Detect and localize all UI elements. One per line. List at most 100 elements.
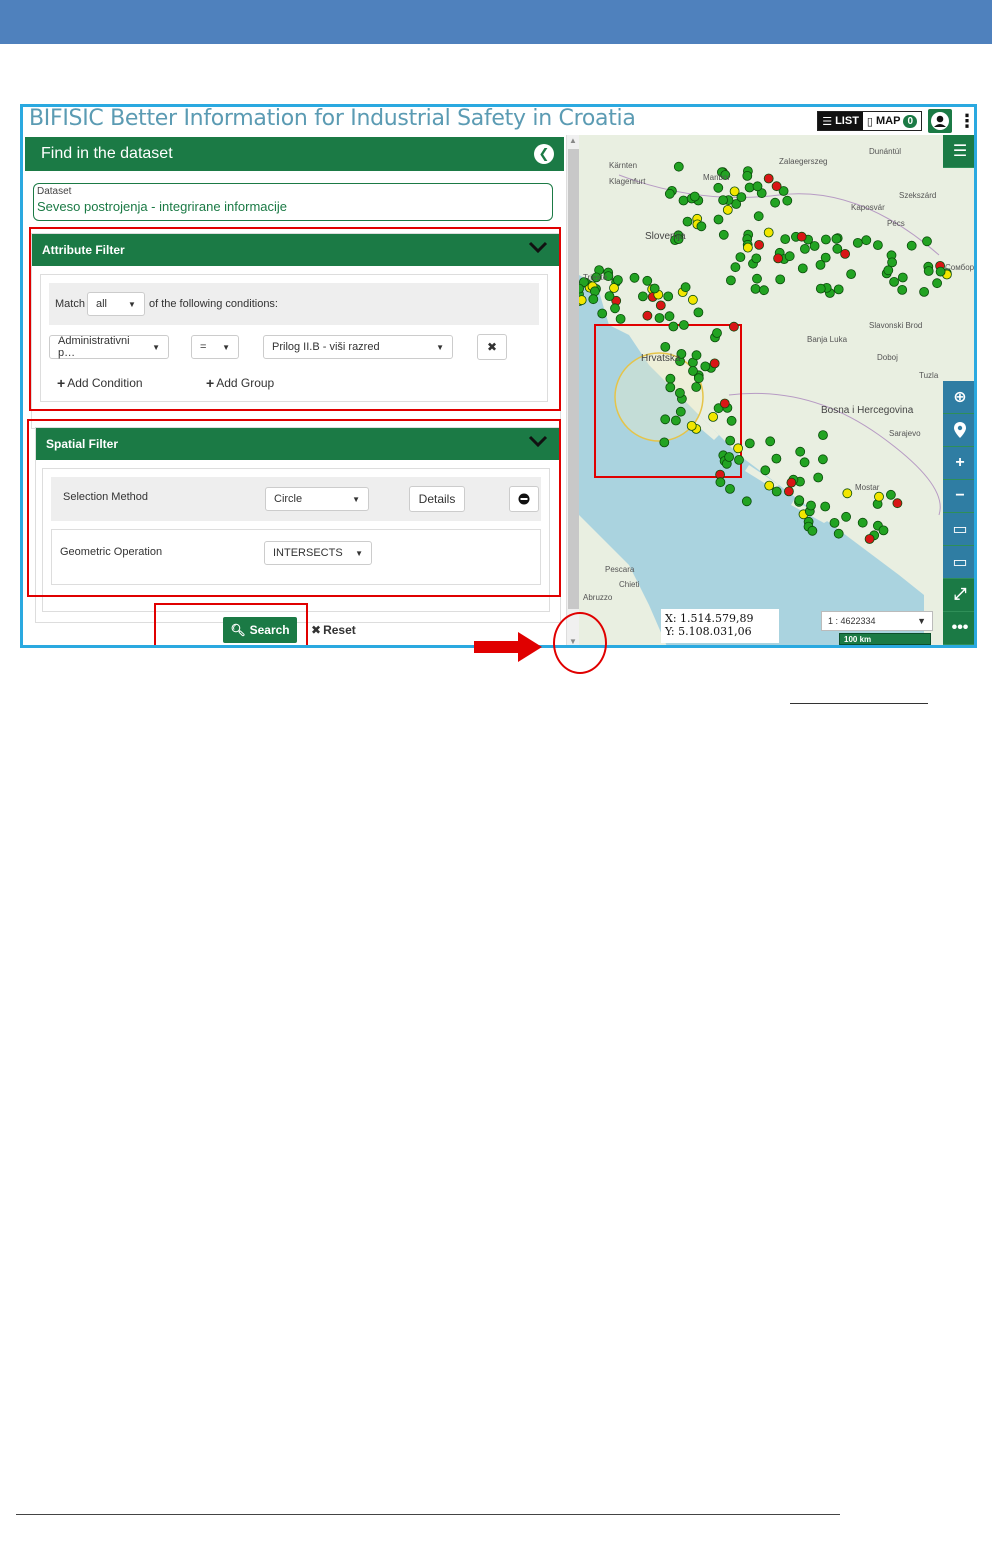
- facility-point[interactable]: [857, 517, 868, 528]
- marker-button[interactable]: [943, 414, 974, 447]
- facility-point[interactable]: [897, 284, 908, 295]
- facility-point[interactable]: [715, 477, 726, 488]
- facility-point[interactable]: [655, 300, 666, 311]
- facility-point[interactable]: [818, 430, 828, 441]
- facility-point[interactable]: [770, 197, 781, 208]
- scrollbar-thumb[interactable]: [568, 149, 579, 609]
- panel-scrollbar[interactable]: ▲ ▼: [566, 135, 579, 645]
- facility-point[interactable]: [642, 275, 653, 286]
- facility-point[interactable]: [852, 238, 863, 248]
- facility-point[interactable]: [796, 231, 807, 242]
- facility-point[interactable]: [760, 465, 771, 476]
- facility-point[interactable]: [799, 244, 810, 254]
- facility-point[interactable]: [654, 313, 665, 323]
- facility-point[interactable]: [744, 438, 755, 449]
- facility-point[interactable]: [820, 501, 831, 512]
- facility-point[interactable]: [771, 181, 782, 192]
- facility-point[interactable]: [797, 263, 808, 274]
- reset-button[interactable]: ✖ Reset: [311, 623, 356, 637]
- facility-point[interactable]: [840, 249, 851, 259]
- facility-point[interactable]: [700, 361, 711, 372]
- facility-point[interactable]: [763, 173, 774, 184]
- facility-point[interactable]: [613, 275, 623, 285]
- map-canvas[interactable]: [579, 135, 977, 648]
- facility-point[interactable]: [610, 303, 620, 314]
- facility-point[interactable]: [889, 276, 900, 287]
- facility-point[interactable]: [846, 269, 857, 280]
- scroll-up-icon[interactable]: ▲: [569, 136, 577, 145]
- facility-point[interactable]: [696, 221, 707, 232]
- facility-point[interactable]: [664, 188, 675, 199]
- facility-point[interactable]: [579, 295, 587, 305]
- facility-point[interactable]: [794, 495, 805, 506]
- map-view-button[interactable]: ▯ MAP 0: [862, 112, 921, 130]
- facility-point[interactable]: [799, 457, 810, 468]
- menu-button[interactable]: ☰: [943, 135, 974, 168]
- facility-point[interactable]: [833, 284, 844, 295]
- facility-point[interactable]: [680, 282, 691, 293]
- facility-point[interactable]: [718, 195, 729, 205]
- facility-point[interactable]: [752, 273, 762, 284]
- facility-point[interactable]: [750, 283, 761, 294]
- facility-point[interactable]: [724, 452, 735, 462]
- facility-point[interactable]: [713, 182, 724, 193]
- facility-point[interactable]: [815, 259, 826, 270]
- facility-point[interactable]: [691, 350, 702, 361]
- facility-point[interactable]: [919, 286, 930, 297]
- facility-point[interactable]: [932, 278, 943, 289]
- facility-point[interactable]: [780, 234, 791, 244]
- facility-point[interactable]: [689, 191, 700, 202]
- facility-point[interactable]: [841, 511, 852, 522]
- facility-point[interactable]: [609, 283, 619, 293]
- facility-point[interactable]: [642, 310, 653, 321]
- facility-point[interactable]: [742, 242, 753, 253]
- facility-point[interactable]: [725, 435, 736, 446]
- facility-point[interactable]: [897, 272, 908, 283]
- facility-point[interactable]: [763, 227, 774, 238]
- facility-point[interactable]: [665, 382, 676, 393]
- facility-point[interactable]: [935, 266, 946, 277]
- facility-point[interactable]: [795, 446, 806, 457]
- facility-point[interactable]: [668, 321, 679, 332]
- facility-point[interactable]: [589, 286, 600, 297]
- facility-point[interactable]: [833, 528, 844, 539]
- facility-point[interactable]: [782, 195, 793, 206]
- facility-point[interactable]: [638, 291, 648, 302]
- facility-point[interactable]: [820, 234, 831, 245]
- facility-point[interactable]: [688, 366, 698, 376]
- facility-point[interactable]: [832, 243, 843, 254]
- facility-point[interactable]: [734, 454, 744, 465]
- facility-point[interactable]: [675, 387, 685, 398]
- facility-point[interactable]: [629, 272, 640, 283]
- facility-point[interactable]: [771, 486, 782, 497]
- zoom-in-button[interactable]: +: [943, 447, 974, 480]
- facility-point[interactable]: [597, 308, 608, 319]
- scale-select[interactable]: 1 : 4622334 ▼: [821, 611, 933, 631]
- facility-point[interactable]: [922, 236, 932, 247]
- facility-point[interactable]: [682, 216, 693, 227]
- facility-point[interactable]: [725, 275, 736, 286]
- facility-point[interactable]: [665, 373, 676, 384]
- facility-point[interactable]: [688, 294, 698, 305]
- facility-point[interactable]: [671, 415, 681, 426]
- facility-point[interactable]: [759, 285, 769, 296]
- facility-point[interactable]: [783, 486, 794, 497]
- facility-point[interactable]: [906, 240, 917, 251]
- facility-point[interactable]: [733, 443, 744, 454]
- facility-point[interactable]: [892, 498, 903, 509]
- facility-point[interactable]: [831, 233, 842, 244]
- facility-point[interactable]: [660, 341, 671, 352]
- facility-point[interactable]: [842, 488, 853, 499]
- facility-point[interactable]: [751, 253, 762, 264]
- zoom-next-button[interactable]: ▭: [943, 546, 974, 579]
- user-avatar[interactable]: [928, 109, 952, 133]
- fullscreen-button[interactable]: ⤢: [943, 579, 974, 612]
- zoom-out-button[interactable]: −: [943, 480, 974, 513]
- facility-point[interactable]: [709, 358, 720, 369]
- facility-point[interactable]: [691, 382, 702, 392]
- facility-point[interactable]: [693, 307, 704, 318]
- list-view-button[interactable]: ☰ LIST: [818, 112, 863, 130]
- facility-point[interactable]: [765, 436, 776, 447]
- facility-point[interactable]: [663, 291, 674, 302]
- facility-point[interactable]: [728, 321, 739, 332]
